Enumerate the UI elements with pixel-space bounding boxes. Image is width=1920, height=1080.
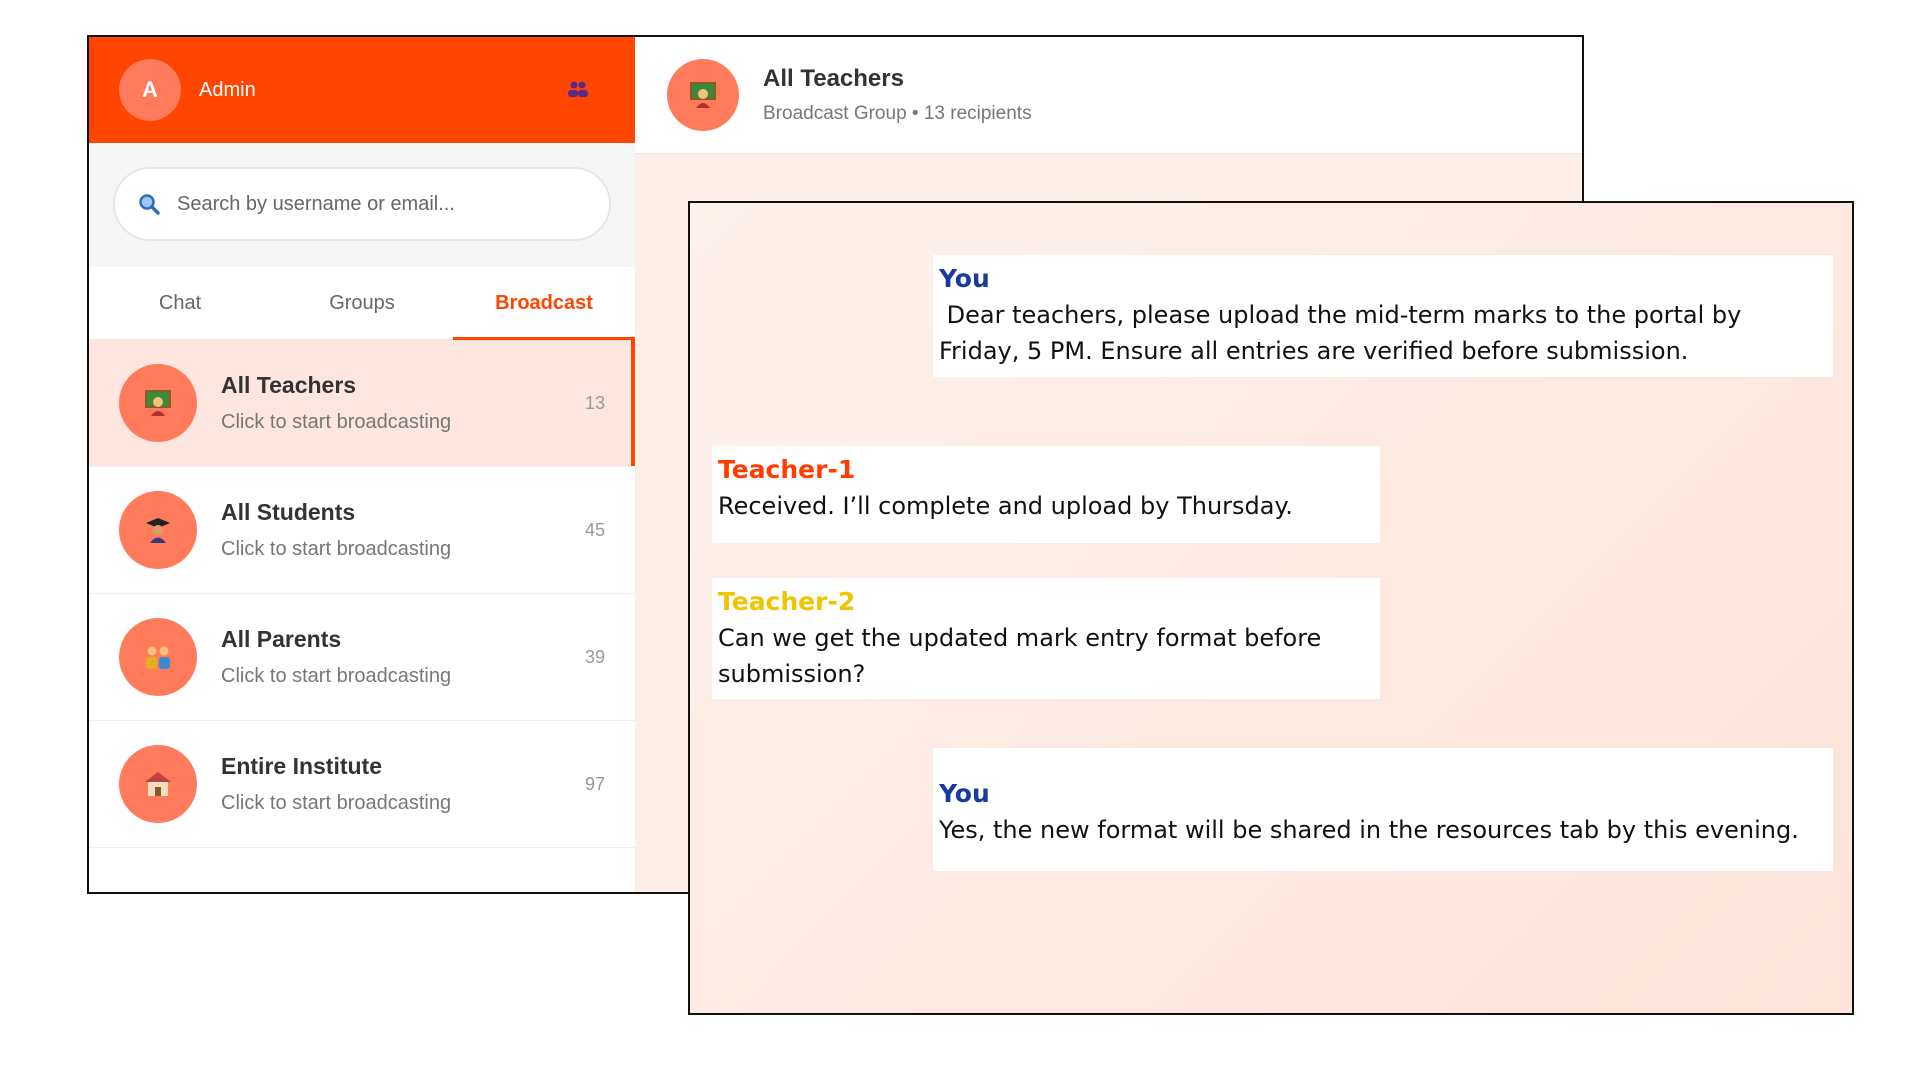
tab-broadcast[interactable]: Broadcast	[453, 267, 635, 340]
tab-bar: Chat Groups Broadcast	[89, 267, 635, 340]
recipient-count: 97	[584, 773, 605, 794]
tab-chat[interactable]: Chat	[89, 267, 271, 339]
broadcast-item-subtitle: Click to start broadcasting	[221, 538, 452, 560]
chat-title: All Teachers	[763, 65, 904, 92]
message-bubble: Teacher-1 Received. I’ll complete and up…	[712, 446, 1380, 543]
broadcast-item-subtitle: Click to start broadcasting	[221, 792, 452, 814]
school-icon	[145, 772, 171, 796]
broadcast-item-title: All Students	[221, 499, 356, 525]
people-icon[interactable]	[567, 80, 589, 98]
search-icon	[139, 194, 160, 215]
sidebar-header: A Admin	[89, 37, 635, 143]
search-area	[89, 143, 635, 267]
message-text: Yes, the new format will be shared in th…	[939, 816, 1799, 844]
student-icon	[146, 518, 170, 543]
broadcast-item-all-teachers[interactable]: All Teachers Click to start broadcasting…	[89, 340, 635, 467]
broadcast-item-entire-institute[interactable]: Entire Institute Click to start broadcas…	[89, 721, 635, 848]
broadcast-item-title: Entire Institute	[221, 753, 383, 779]
message-text: Received. I’ll complete and upload by Th…	[718, 492, 1293, 520]
recipient-count: 13	[584, 392, 605, 413]
broadcast-item-all-parents[interactable]: All Parents Click to start broadcasting …	[89, 594, 635, 721]
chat-header-avatar	[667, 59, 739, 131]
tab-groups[interactable]: Groups	[271, 267, 453, 339]
teacher-icon	[145, 390, 171, 416]
sidebar: A Admin Chat Groups Broadcast	[89, 37, 636, 892]
broadcast-list: All Teachers Click to start broadcasting…	[89, 340, 635, 848]
broadcast-item-subtitle: Click to start broadcasting	[221, 411, 452, 433]
message-bubble: Teacher-2 Can we get the updated mark en…	[712, 578, 1380, 699]
search-input[interactable]	[175, 191, 579, 217]
teacher-icon	[690, 82, 716, 108]
message-panel: You Dear teachers, please upload the mid…	[688, 201, 1854, 1015]
message-bubble: You Yes, the new format will be shared i…	[933, 748, 1833, 871]
recipient-count: 45	[584, 519, 605, 540]
message-sender: Teacher-1	[718, 455, 856, 484]
message-bubble: You Dear teachers, please upload the mid…	[933, 255, 1833, 377]
chat-header: All Teachers Broadcast Group • 13 recipi…	[635, 37, 1582, 154]
broadcast-item-title: All Teachers	[221, 372, 357, 398]
message-text: Dear teachers, please upload the mid-ter…	[939, 301, 1749, 365]
admin-avatar[interactable]: A	[119, 59, 181, 121]
admin-name: Admin	[199, 78, 256, 101]
broadcast-item-title: All Parents	[221, 626, 342, 652]
broadcast-item-subtitle: Click to start broadcasting	[221, 665, 452, 687]
broadcast-avatar	[119, 618, 197, 696]
message-sender: Teacher-2	[718, 587, 856, 616]
parents-icon	[146, 646, 170, 669]
message-text: Can we get the updated mark entry format…	[718, 624, 1322, 688]
broadcast-item-all-students[interactable]: All Students Click to start broadcasting…	[89, 467, 635, 594]
broadcast-avatar	[119, 491, 197, 569]
search-box[interactable]	[113, 167, 611, 241]
message-sender: You	[939, 779, 990, 808]
message-sender: You	[939, 264, 990, 293]
broadcast-avatar	[119, 745, 197, 823]
chat-subtitle: Broadcast Group • 13 recipients	[763, 103, 1032, 124]
broadcast-avatar	[119, 364, 197, 442]
recipient-count: 39	[584, 646, 605, 667]
